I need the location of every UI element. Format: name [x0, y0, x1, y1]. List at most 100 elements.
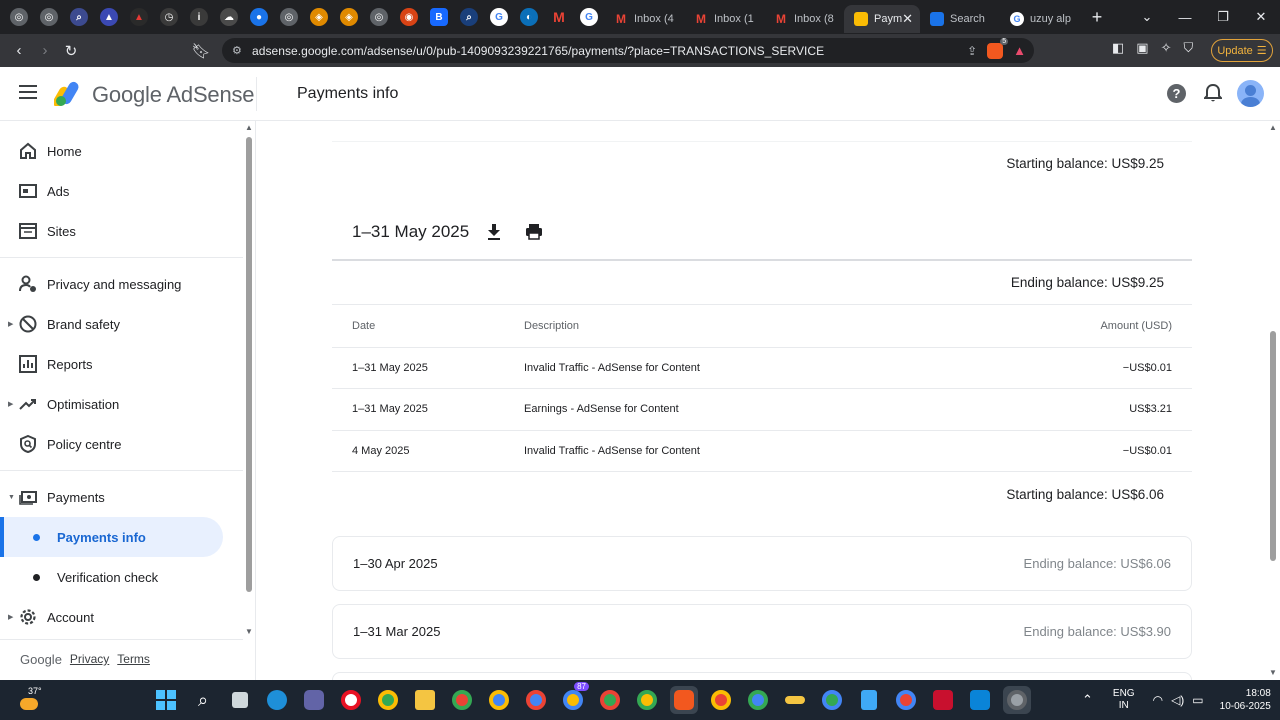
notifications-bell-icon[interactable] — [1204, 83, 1222, 103]
chrome-app[interactable] — [892, 686, 920, 714]
leo-ai-icon[interactable]: ✧ — [1161, 40, 1172, 56]
brave-rewards-icon[interactable]: ▲ — [1013, 43, 1026, 58]
pinned-tab[interactable]: M — [544, 0, 574, 34]
photos-app[interactable] — [966, 686, 994, 714]
tab-google[interactable]: G uzuy alp — [1000, 5, 1080, 33]
expand-arrow-icon[interactable]: ▶ — [8, 613, 13, 621]
sidebar-item-account[interactable]: ▶ Account — [0, 597, 240, 637]
chrome-app[interactable]: 87 — [559, 682, 589, 714]
scroll-down-arrow-icon[interactable]: ▼ — [245, 627, 253, 636]
chrome-app[interactable] — [818, 686, 846, 714]
pinned-tab[interactable]: ◎ — [34, 0, 64, 34]
pinned-tab[interactable]: G — [484, 0, 514, 34]
forward-icon[interactable]: › — [32, 42, 58, 59]
language-indicator[interactable]: ENG IN — [1113, 688, 1135, 712]
vpn-icon[interactable]: ⛉ — [1184, 40, 1194, 56]
sidebar-item-optimisation[interactable]: ▶ Optimisation — [0, 384, 240, 424]
chrome-app[interactable] — [596, 686, 624, 714]
download-icon[interactable] — [486, 223, 502, 241]
edge-app[interactable] — [263, 686, 291, 714]
pinned-tab[interactable]: ⌕ — [454, 0, 484, 34]
period-card-apr-2025[interactable]: 1–30 Apr 2025 Ending balance: US$6.06 — [332, 536, 1192, 591]
tab-inbox-1[interactable]: M Inbox (4 — [604, 5, 684, 33]
settings-app[interactable] — [1003, 686, 1031, 714]
pinned-tab[interactable]: i — [184, 0, 214, 34]
chrome-app[interactable] — [744, 686, 772, 714]
sidebar-item-payments[interactable]: ▼ Payments — [0, 477, 240, 517]
sidebar-item-home[interactable]: Home — [0, 131, 240, 171]
pinned-tab[interactable]: ◷ — [154, 0, 184, 34]
pinned-tab[interactable]: ● — [244, 0, 274, 34]
bookmark-icon[interactable]: 🔖︎ — [188, 42, 214, 60]
pinned-tab[interactable]: B — [424, 0, 454, 34]
sidebar-item-ads[interactable]: Ads — [0, 171, 240, 211]
scroll-down-arrow-icon[interactable]: ▼ — [1269, 668, 1277, 677]
chrome-app[interactable] — [448, 686, 476, 714]
sidebar-item-privacy[interactable]: Privacy and messaging — [0, 264, 240, 304]
quick-settings[interactable]: ◠ ◁) ▭ — [1153, 693, 1204, 707]
pinned-tab[interactable]: ◎ — [364, 0, 394, 34]
opera-app[interactable] — [337, 686, 365, 714]
chrome-app[interactable] — [485, 686, 513, 714]
pinned-tab[interactable]: ⌕ — [64, 0, 94, 34]
main-scrollbar[interactable] — [1270, 331, 1276, 561]
privacy-link[interactable]: Privacy — [70, 652, 109, 667]
help-icon[interactable]: ? — [1167, 84, 1186, 103]
tab-payments[interactable]: Paym ✕ — [844, 5, 920, 33]
pinned-tab[interactable]: ☁ — [214, 0, 244, 34]
address-bar[interactable]: ⚙︎ adsense.google.com/adsense/u/0/pub-14… — [222, 37, 1034, 63]
start-button[interactable] — [152, 686, 180, 714]
tab-search-chevron-icon[interactable]: ⌄ — [1128, 9, 1166, 25]
collapse-arrow-icon[interactable]: ▼ — [8, 494, 15, 501]
sidebar-item-brand-safety[interactable]: ▶ Brand safety — [0, 304, 240, 344]
chrome-app[interactable] — [633, 686, 661, 714]
tab-search[interactable]: Search — [920, 5, 1000, 33]
teams-app[interactable] — [300, 686, 328, 714]
file-explorer-app[interactable] — [411, 686, 439, 714]
pinned-tab[interactable]: ▲ — [94, 0, 124, 34]
wallet-icon[interactable]: ▣ — [1136, 40, 1148, 56]
show-hidden-icons-chevron-icon[interactable]: ⌃ — [1082, 692, 1093, 708]
back-icon[interactable]: ‹ — [6, 42, 32, 59]
expand-arrow-icon[interactable]: ▶ — [8, 400, 13, 408]
clock[interactable]: 18:08 10-06-2025 — [1220, 687, 1271, 713]
period-card-mar-2025[interactable]: 1–31 Mar 2025 Ending balance: US$3.90 — [332, 604, 1192, 659]
close-window-icon[interactable]: ✕ — [1242, 9, 1280, 25]
link-app[interactable] — [781, 686, 809, 714]
mcafee-app[interactable] — [929, 686, 957, 714]
chrome-app[interactable] — [374, 686, 402, 714]
maximize-icon[interactable]: ❐ — [1204, 9, 1242, 25]
sidebar-item-sites[interactable]: Sites — [0, 211, 240, 251]
pinned-tab[interactable]: G — [574, 0, 604, 34]
site-info-icon[interactable]: ⚙︎ — [232, 44, 252, 57]
scroll-up-arrow-icon[interactable]: ▲ — [1269, 123, 1277, 132]
tab-inbox-3[interactable]: M Inbox (8 — [764, 5, 844, 33]
notepad-app[interactable] — [855, 686, 883, 714]
chrome-app[interactable] — [707, 686, 735, 714]
pinned-tab[interactable]: ◈ — [334, 0, 364, 34]
pinned-tab[interactable]: ◉ — [394, 0, 424, 34]
brave-app[interactable] — [670, 686, 698, 714]
pinned-tab[interactable]: ◈ — [304, 0, 334, 34]
sidebar-panel-icon[interactable]: ◧ — [1112, 40, 1124, 56]
pinned-tab[interactable]: ▲ — [124, 0, 154, 34]
sidebar-item-reports[interactable]: Reports — [0, 344, 240, 384]
sidebar-item-policy-centre[interactable]: Policy centre — [0, 424, 240, 464]
print-icon[interactable] — [525, 223, 543, 240]
tab-inbox-2[interactable]: M Inbox (1 — [684, 5, 764, 33]
close-tab-icon[interactable]: ✕ — [902, 11, 913, 27]
pinned-tab[interactable]: ◎ — [274, 0, 304, 34]
minimize-icon[interactable]: — — [1166, 10, 1204, 25]
taskbar-search-button[interactable]: ⌕ — [189, 686, 217, 714]
sidebar-item-verification-check[interactable]: Verification check — [0, 557, 240, 597]
share-icon[interactable]: ⇪ — [967, 44, 977, 58]
pinned-tab[interactable]: ◎ — [4, 0, 34, 34]
brave-shield-icon[interactable]: 5 — [987, 37, 1009, 59]
update-button[interactable]: Update ☰ — [1211, 39, 1273, 62]
scroll-up-arrow-icon[interactable]: ▲ — [245, 123, 253, 132]
expand-arrow-icon[interactable]: ▶ — [8, 320, 13, 328]
terms-link[interactable]: Terms — [117, 652, 150, 667]
pinned-tab[interactable]: ◐ — [514, 0, 544, 34]
sidebar-scrollbar[interactable] — [246, 137, 252, 592]
reload-icon[interactable]: ↻ — [58, 42, 84, 60]
